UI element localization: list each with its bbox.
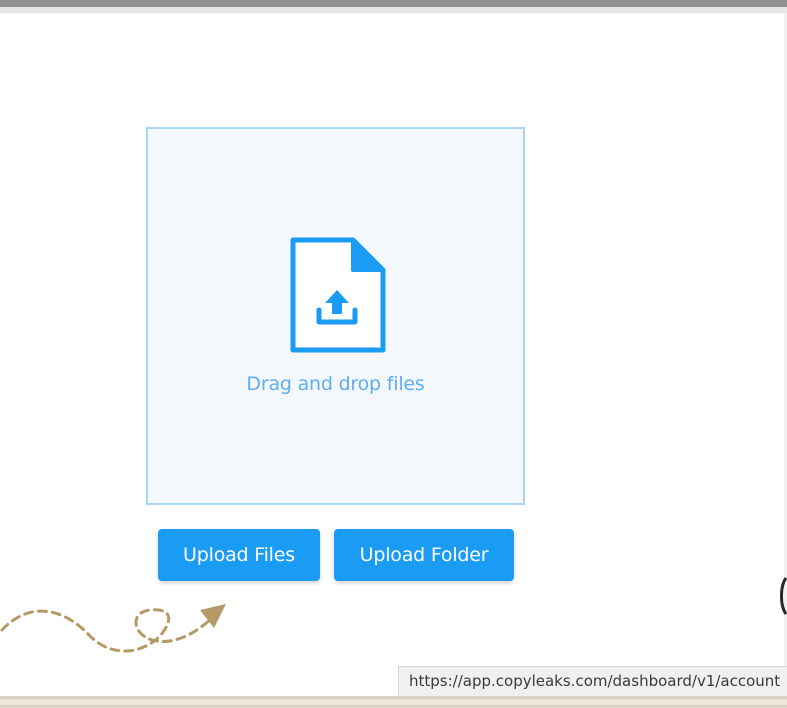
drop-zone[interactable]: Drag and drop files	[146, 127, 525, 505]
file-upload-icon	[290, 237, 386, 353]
upload-files-button[interactable]: Upload Files	[158, 529, 320, 581]
window-bottom-border-inner	[0, 699, 787, 705]
upload-folder-button[interactable]: Upload Folder	[334, 529, 514, 581]
status-bar-url: https://app.copyleaks.com/dashboard/v1/a…	[398, 666, 787, 696]
dashed-arrow-icon	[0, 604, 226, 653]
drop-zone-label: Drag and drop files	[246, 373, 425, 395]
window-top-border	[0, 0, 787, 7]
edge-bracket-icon	[780, 577, 787, 615]
window-top-divider	[0, 7, 787, 13]
